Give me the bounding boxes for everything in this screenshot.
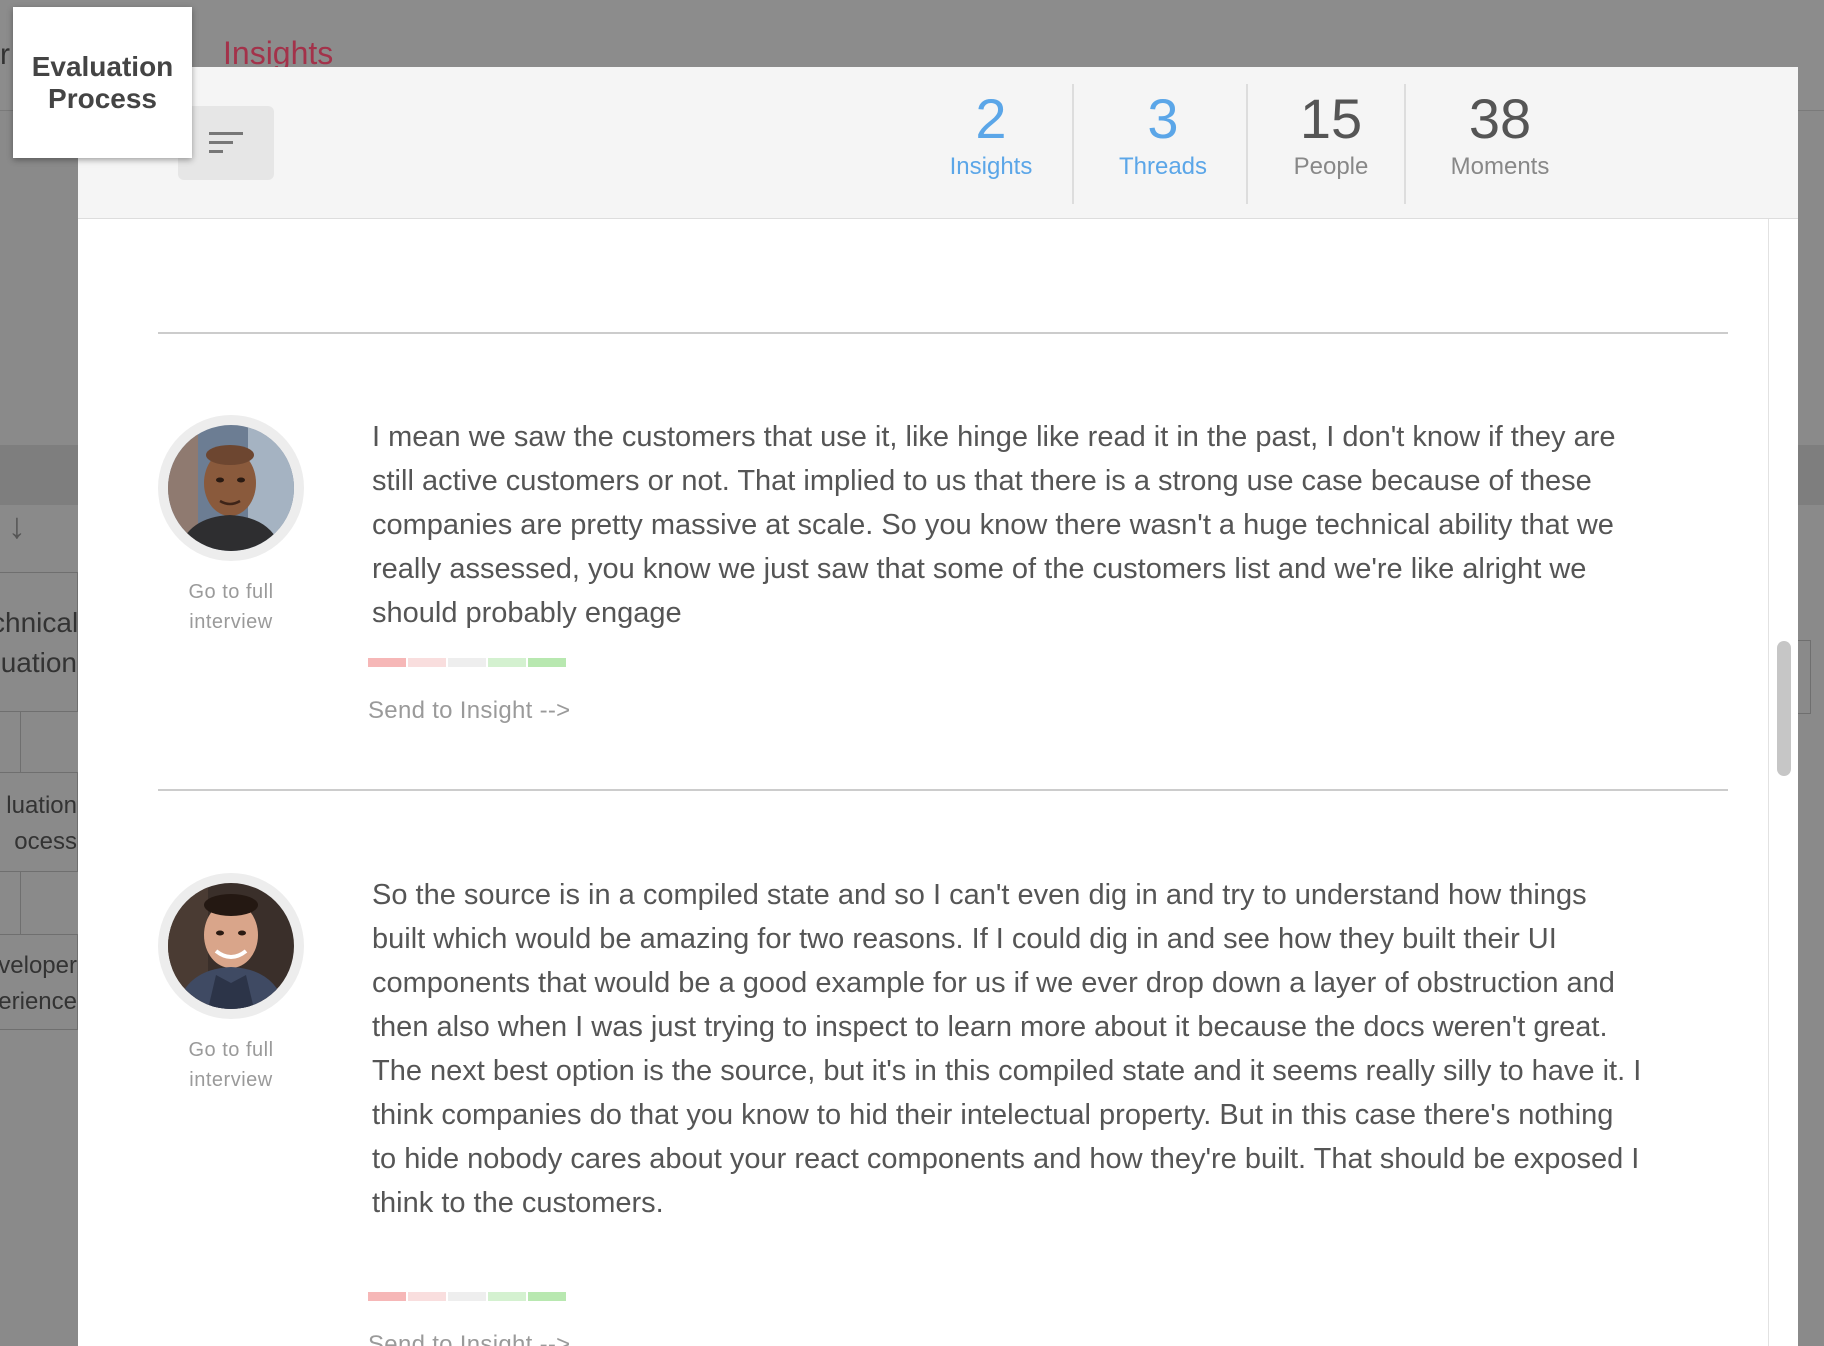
sentiment-bar[interactable]: [368, 1292, 568, 1301]
sentiment-segment[interactable]: [448, 1292, 486, 1301]
go-to-interview-link[interactable]: Go to full interview: [156, 577, 306, 637]
stat-divider: [1404, 84, 1406, 204]
moments-list: Go to full interview I mean we saw the c…: [78, 219, 1768, 1346]
stat-label: Threads: [1118, 153, 1208, 180]
background-card-line: ocess: [14, 828, 77, 855]
sentiment-segment[interactable]: [368, 658, 406, 667]
stat-divider: [1246, 84, 1248, 204]
background-card-line: veloper: [0, 952, 77, 979]
sentiment-segment[interactable]: [488, 658, 526, 667]
sort-button[interactable]: [178, 106, 274, 180]
background-card[interactable]: luation ocess: [0, 772, 78, 872]
stat-value: 38: [1468, 87, 1532, 150]
sentiment-segment[interactable]: [368, 1292, 406, 1301]
stat-value: 2: [975, 87, 1007, 150]
moment-quote: I mean we saw the customers that use it,…: [372, 421, 1616, 629]
stat-insights[interactable]: 2 Insights: [916, 84, 1066, 204]
background-connector: [20, 872, 21, 934]
sentiment-bar[interactable]: [368, 658, 568, 667]
moment-divider: [158, 789, 1728, 791]
background-card[interactable]: veloper erience: [0, 934, 78, 1030]
stat-label: People: [1293, 153, 1369, 180]
background-connector: [20, 712, 21, 772]
stat-moments[interactable]: 38 Moments: [1420, 84, 1580, 204]
insights-modal: 2 Insights 3 Threads 15 People 38 Moment…: [78, 67, 1798, 1346]
down-arrow-icon: ↓: [8, 505, 26, 546]
background-card-line: erience: [0, 988, 77, 1015]
sentiment-segment[interactable]: [448, 658, 486, 667]
moment-item: Go to full interview So the source is in…: [78, 873, 1768, 1346]
background-tab-fragment: r: [0, 38, 10, 71]
moment-divider: [158, 332, 1728, 334]
sentiment-segment[interactable]: [528, 658, 566, 667]
background-card-line: luation: [0, 647, 77, 678]
stat-threads[interactable]: 3 Threads: [1088, 84, 1238, 204]
background-card-line: chnical: [0, 607, 78, 638]
modal-header: 2 Insights 3 Threads 15 People 38 Moment…: [78, 67, 1798, 219]
go-to-interview-link[interactable]: Go to full interview: [156, 1035, 306, 1095]
scrollbar-thumb[interactable]: [1777, 641, 1791, 776]
person-photo-icon: [168, 883, 294, 1009]
background-card-line: luation: [6, 792, 77, 819]
person-photo-icon: [168, 425, 294, 551]
stat-people[interactable]: 15 People: [1261, 84, 1401, 204]
send-to-insight-link[interactable]: Send to Insight -->: [368, 1331, 570, 1346]
sentiment-segment[interactable]: [408, 1292, 446, 1301]
avatar[interactable]: [158, 873, 304, 1019]
sort-icon: [209, 132, 243, 153]
sentiment-segment[interactable]: [408, 658, 446, 667]
stat-divider: [1072, 84, 1074, 204]
send-to-insight-link[interactable]: Send to Insight -->: [368, 697, 570, 725]
moment-quote: So the source is in a compiled state and…: [372, 879, 1642, 1219]
background-card[interactable]: chnical luation: [0, 572, 78, 712]
stat-label: Insights: [949, 153, 1033, 180]
stat-label: Moments: [1450, 153, 1550, 180]
stat-value: 3: [1147, 87, 1179, 150]
sentiment-segment[interactable]: [528, 1292, 566, 1301]
moment-item: Go to full interview I mean we saw the c…: [78, 415, 1768, 724]
stat-value: 15: [1299, 87, 1363, 150]
avatar[interactable]: [158, 415, 304, 561]
sentiment-segment[interactable]: [488, 1292, 526, 1301]
scrollbar[interactable]: [1768, 219, 1798, 1346]
evaluation-process-label: Evaluation Process: [13, 7, 192, 158]
